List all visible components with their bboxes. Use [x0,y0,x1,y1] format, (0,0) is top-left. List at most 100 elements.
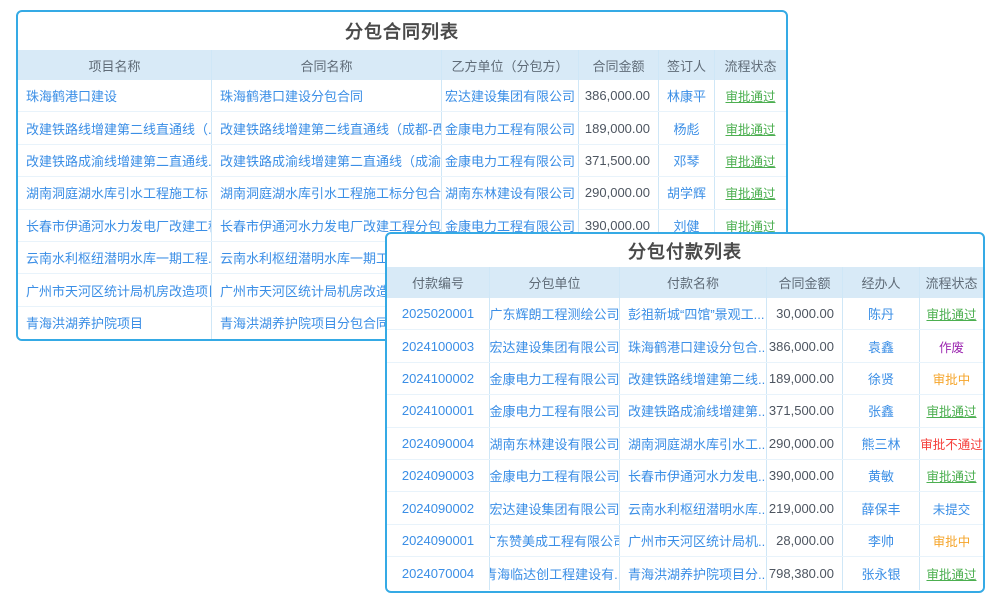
cell-amount: 189,000.00 [579,112,659,143]
cell-status[interactable]: 审批通过 [715,80,786,111]
cell-payment_no[interactable]: 2024090002 [387,492,490,523]
cell-handler[interactable]: 薛保丰 [843,492,920,523]
cell-payment_name[interactable]: 云南水利枢纽潜明水库... [620,492,767,523]
table-row[interactable]: 珠海鹤港口建设珠海鹤港口建设分包合同宏达建设集团有限公司386,000.00林康… [18,80,786,112]
cell-status[interactable]: 审批不通过 [920,428,983,459]
cell-status[interactable]: 作废 [920,330,983,361]
cell-signer[interactable]: 胡学辉 [659,177,715,208]
cell-payment_no[interactable]: 2024090003 [387,460,490,491]
cell-handler[interactable]: 黄敏 [843,460,920,491]
cell-status[interactable]: 未提交 [920,492,983,523]
cell-project[interactable]: 湖南洞庭湖水库引水工程施工标 [18,177,212,208]
cell-handler[interactable]: 陈丹 [843,298,920,329]
cell-project[interactable]: 长春市伊通河水力发电厂改建工程 [18,210,212,241]
cell-payment_name[interactable]: 广州市天河区统计局机... [620,525,767,556]
cell-amount: 390,000.00 [767,460,843,491]
table-row[interactable]: 2024090001广东赞美成工程有限公司广州市天河区统计局机...28,000… [387,525,983,557]
cell-status[interactable]: 审批中 [920,363,983,394]
cell-handler[interactable]: 李帅 [843,525,920,556]
cell-amount: 219,000.00 [767,492,843,523]
table-row[interactable]: 湖南洞庭湖水库引水工程施工标湖南洞庭湖水库引水工程施工标分包合同湖南东林建设有限… [18,177,786,209]
table-row[interactable]: 改建铁路成渝线增建第二直通线...改建铁路成渝线增建第二直通线（成渝...金康电… [18,145,786,177]
payment-list-title: 分包付款列表 [387,234,983,267]
cell-project[interactable]: 青海洪湖养护院项目 [18,307,212,339]
table-row[interactable]: 2024100003宏达建设集团有限公司珠海鹤港口建设分包合...386,000… [387,330,983,362]
cell-project[interactable]: 改建铁路线增建第二线直通线（... [18,112,212,143]
cell-payment_name[interactable]: 长春市伊通河水力发电... [620,460,767,491]
cell-amount: 30,000.00 [767,298,843,329]
cell-unit[interactable]: 宏达建设集团有限公司 [490,330,620,361]
table-row[interactable]: 2024090004湖南东林建设有限公司湖南洞庭湖水库引水工...290,000… [387,428,983,460]
cell-payment_name[interactable]: 湖南洞庭湖水库引水工... [620,428,767,459]
cell-contract[interactable]: 湖南洞庭湖水库引水工程施工标分包合同 [212,177,442,208]
column-header-unit: 分包单位 [490,267,620,298]
cell-status[interactable]: 审批通过 [920,395,983,426]
cell-payment_no[interactable]: 2024090004 [387,428,490,459]
column-header-status: 流程状态 [715,50,786,80]
cell-project[interactable]: 改建铁路成渝线增建第二直通线... [18,145,212,176]
table-row[interactable]: 2025020001广东辉朗工程测绘公司彭祖新城“四馆”景观工...30,000… [387,298,983,330]
table-row[interactable]: 2024090002宏达建设集团有限公司云南水利枢纽潜明水库...219,000… [387,492,983,524]
cell-unit[interactable]: 金康电力工程有限公司 [490,395,620,426]
cell-party_b[interactable]: 金康电力工程有限公司 [442,112,579,143]
column-header-amount: 合同金额 [767,267,843,298]
cell-handler[interactable]: 张永银 [843,557,920,589]
cell-unit[interactable]: 宏达建设集团有限公司 [490,492,620,523]
cell-contract[interactable]: 改建铁路成渝线增建第二直通线（成渝... [212,145,442,176]
cell-party_b[interactable]: 宏达建设集团有限公司 [442,80,579,111]
cell-status[interactable]: 审批中 [920,525,983,556]
cell-handler[interactable]: 熊三林 [843,428,920,459]
payment-table-body: 2025020001广东辉朗工程测绘公司彭祖新城“四馆”景观工...30,000… [387,298,983,591]
cell-status[interactable]: 审批通过 [920,557,983,589]
cell-party_b[interactable]: 湖南东林建设有限公司 [442,177,579,208]
cell-project[interactable]: 广州市天河区统计局机房改造项目 [18,274,212,305]
cell-signer[interactable]: 林康平 [659,80,715,111]
cell-payment_name[interactable]: 彭祖新城“四馆”景观工... [620,298,767,329]
cell-contract[interactable]: 改建铁路线增建第二线直通线（成都-西... [212,112,442,143]
cell-payment_name[interactable]: 青海洪湖养护院项目分... [620,557,767,589]
cell-project[interactable]: 珠海鹤港口建设 [18,80,212,111]
cell-unit[interactable]: 广东赞美成工程有限公司 [490,525,620,556]
cell-payment_name[interactable]: 改建铁路线增建第二线... [620,363,767,394]
table-row[interactable]: 2024090003金康电力工程有限公司长春市伊通河水力发电...390,000… [387,460,983,492]
cell-payment_name[interactable]: 珠海鹤港口建设分包合... [620,330,767,361]
cell-status[interactable]: 审批通过 [715,177,786,208]
cell-payment_no[interactable]: 2024070004 [387,557,490,589]
cell-unit[interactable]: 金康电力工程有限公司 [490,460,620,491]
cell-status[interactable]: 审批通过 [920,298,983,329]
cell-handler[interactable]: 袁鑫 [843,330,920,361]
page: 分包合同列表 项目名称合同名称乙方单位（分包方）合同金额签订人流程状态 珠海鹤港… [0,0,1000,600]
table-row[interactable]: 2024070004青海临达创工程建设有...青海洪湖养护院项目分...798,… [387,557,983,589]
cell-payment_no[interactable]: 2024090001 [387,525,490,556]
cell-party_b[interactable]: 金康电力工程有限公司 [442,145,579,176]
table-row[interactable]: 2024100002金康电力工程有限公司改建铁路线增建第二线...189,000… [387,363,983,395]
column-header-signer: 签订人 [659,50,715,80]
cell-payment_no[interactable]: 2024100001 [387,395,490,426]
cell-unit[interactable]: 湖南东林建设有限公司 [490,428,620,459]
cell-handler[interactable]: 徐贤 [843,363,920,394]
table-row[interactable]: 2024100001金康电力工程有限公司改建铁路成渝线增建第...371,500… [387,395,983,427]
cell-signer[interactable]: 邓琴 [659,145,715,176]
cell-unit[interactable]: 金康电力工程有限公司 [490,363,620,394]
cell-signer[interactable]: 杨彪 [659,112,715,143]
table-row[interactable]: 改建铁路线增建第二线直通线（...改建铁路线增建第二线直通线（成都-西...金康… [18,112,786,144]
cell-amount: 290,000.00 [579,177,659,208]
cell-payment_no[interactable]: 2024100002 [387,363,490,394]
cell-project[interactable]: 云南水利枢纽潜明水库一期工程... [18,242,212,273]
cell-payment_no[interactable]: 2025020001 [387,298,490,329]
cell-status[interactable]: 审批通过 [920,460,983,491]
column-header-payment_name: 付款名称 [620,267,767,298]
cell-amount: 371,500.00 [767,395,843,426]
cell-status[interactable]: 审批通过 [715,145,786,176]
cell-status[interactable]: 审批通过 [715,112,786,143]
column-header-project: 项目名称 [18,50,212,80]
cell-payment_no[interactable]: 2024100003 [387,330,490,361]
cell-handler[interactable]: 张鑫 [843,395,920,426]
contract-list-title: 分包合同列表 [18,12,786,50]
cell-unit[interactable]: 广东辉朗工程测绘公司 [490,298,620,329]
cell-amount: 28,000.00 [767,525,843,556]
cell-contract[interactable]: 珠海鹤港口建设分包合同 [212,80,442,111]
cell-unit[interactable]: 青海临达创工程建设有... [490,557,620,589]
cell-payment_name[interactable]: 改建铁路成渝线增建第... [620,395,767,426]
column-header-handler: 经办人 [843,267,920,298]
